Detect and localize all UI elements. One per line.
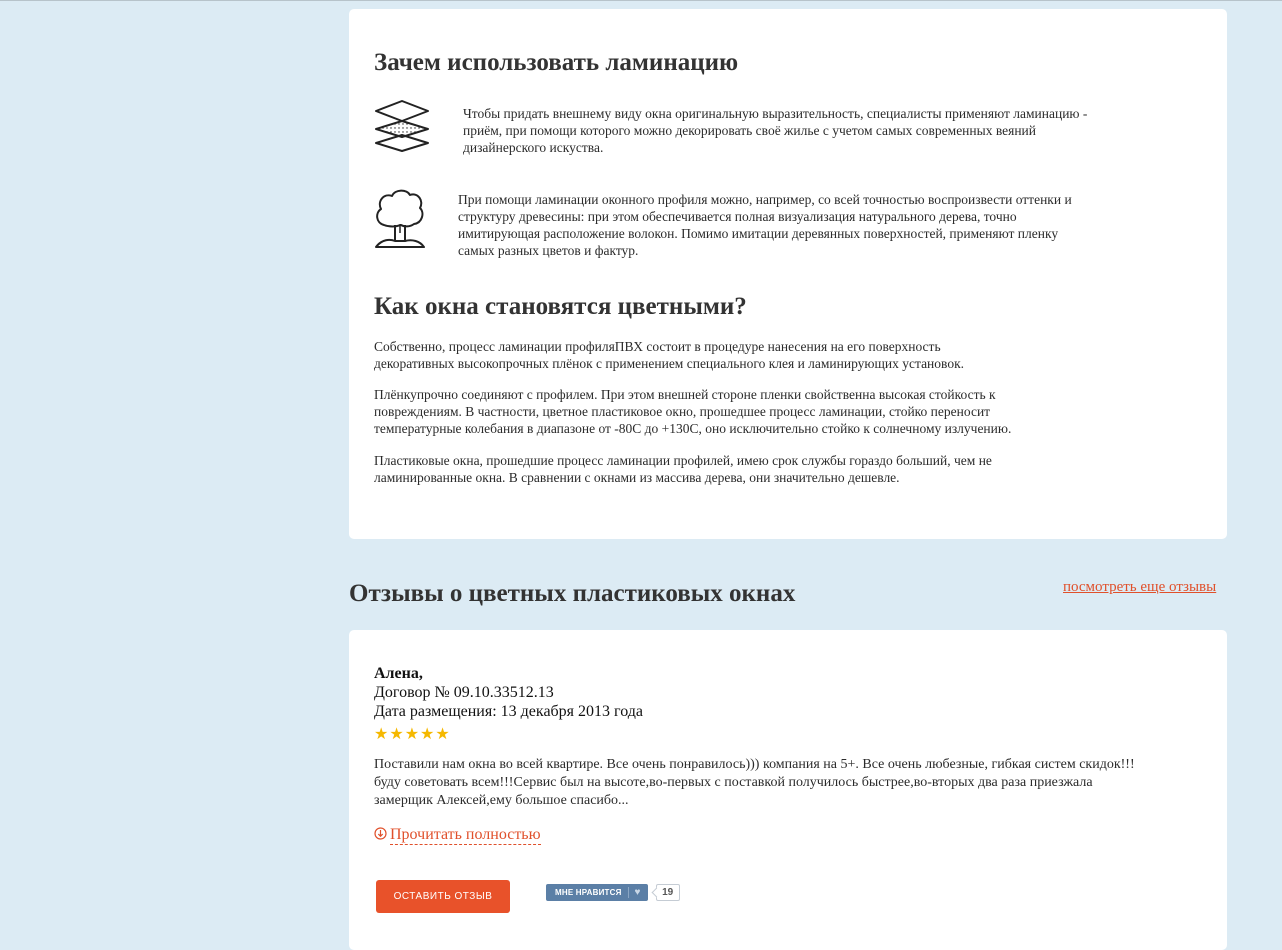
review-contract: Договор № 09.10.33512.13 bbox=[374, 684, 554, 701]
top-border bbox=[0, 0, 1282, 1]
colored-heading: Как окна становятся цветными? bbox=[374, 293, 747, 320]
star-icon: ★ bbox=[404, 726, 420, 743]
read-more-label: Прочитать полностью bbox=[390, 826, 541, 845]
tree-icon bbox=[374, 189, 426, 256]
info-card: Зачем использовать ламинацию Чтобы прида… bbox=[349, 9, 1227, 539]
leave-review-button[interactable]: оставить отзыв bbox=[376, 880, 510, 913]
reviews-heading: Отзывы о цветных пластиковых окнах bbox=[349, 580, 796, 607]
review-date: Дата размещения: 13 декабря 2013 года bbox=[374, 703, 643, 720]
more-reviews-link[interactable]: посмотреть еще отзывы bbox=[1063, 579, 1216, 596]
heart-icon: ♥ bbox=[634, 887, 641, 898]
lamination-text-2: При помощи ламинации оконного профиля мо… bbox=[458, 192, 1072, 258]
like-widget: Мне нравится ♥ 19 bbox=[546, 884, 680, 901]
lamination-text-1: Чтобы придать внешнему виду окна оригина… bbox=[463, 106, 1088, 155]
review-meta: Алена, Договор № 09.10.33512.13 Дата раз… bbox=[374, 664, 643, 721]
like-count: 19 bbox=[655, 884, 680, 901]
star-icon: ★ bbox=[374, 726, 389, 743]
lamination-heading: Зачем использовать ламинацию bbox=[374, 49, 739, 76]
like-button[interactable]: Мне нравится ♥ bbox=[546, 884, 648, 901]
review-text: Поставили нам окна во всей квартире. Все… bbox=[374, 757, 1135, 808]
star-icon: ★ bbox=[420, 726, 435, 743]
colored-paragraph-2: Плёнкупрочно соединяют с профилем. При э… bbox=[374, 387, 1012, 436]
like-label: Мне нравится bbox=[555, 888, 622, 897]
colored-paragraph-3: Пластиковые окна, прошедшие процесс лами… bbox=[374, 453, 992, 485]
arrow-down-circle-icon bbox=[374, 826, 387, 845]
rating-stars: ★ ★ ★ ★ ★ bbox=[374, 727, 450, 743]
star-icon: ★ bbox=[389, 726, 404, 743]
review-author: Алена, bbox=[374, 665, 423, 682]
review-card: Алена, Договор № 09.10.33512.13 Дата раз… bbox=[349, 630, 1227, 950]
read-more-link[interactable]: Прочитать полностью bbox=[374, 826, 541, 845]
colored-paragraph-1: Собственно, процесс ламинации профиляПВХ… bbox=[374, 339, 964, 371]
star-icon: ★ bbox=[435, 726, 450, 743]
like-separator bbox=[627, 887, 629, 898]
layers-icon bbox=[374, 99, 430, 158]
